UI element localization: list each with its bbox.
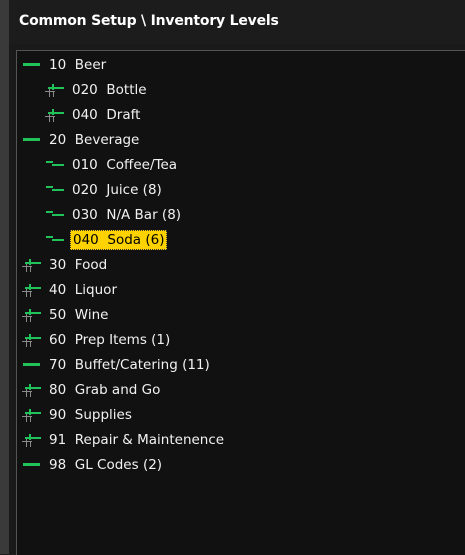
tree-node[interactable]: 70 Buffet/Catering (11) [17, 355, 457, 375]
tree-node[interactable]: 40 Liquor [17, 280, 457, 300]
tree-node-label[interactable]: 30 Food [47, 255, 109, 275]
tree-node-name: Soda (6) [107, 232, 165, 248]
tree-node-name: Buffet/Catering (11) [74, 357, 210, 373]
collapsed-node-icon[interactable] [44, 80, 66, 100]
tree-node-name: Grab and Go [74, 382, 161, 398]
tree-node-label[interactable]: 040 Soda (6) [70, 230, 168, 250]
tree-node-label[interactable]: 70 Buffet/Catering (11) [47, 355, 212, 375]
tree-node-code: 40 [49, 282, 67, 298]
tree-node-code: 60 [49, 332, 67, 348]
tree-node[interactable]: 030 N/A Bar (8) [17, 205, 457, 225]
tree-node-code: 10 [49, 57, 67, 73]
tree-node-code: 020 [72, 82, 98, 98]
tree-node-name: Beverage [74, 132, 140, 148]
collapsed-node-icon[interactable] [21, 255, 43, 275]
tree-node[interactable]: 040 Soda (6) [17, 230, 457, 250]
tree-node-label[interactable]: 90 Supplies [47, 405, 134, 425]
tree-node[interactable]: 20 Beverage [17, 130, 457, 150]
tree-node-code: 010 [72, 157, 98, 173]
tree-node-label[interactable]: 10 Beer [47, 55, 108, 75]
tree-node[interactable]: 90 Supplies [17, 405, 457, 425]
tree-node-code: 30 [49, 257, 67, 273]
tree-node-name: Wine [74, 307, 109, 323]
tree-node[interactable]: 50 Wine [17, 305, 457, 325]
tree-node[interactable]: 010 Coffee/Tea [17, 155, 457, 175]
tree-node[interactable]: 020 Bottle [17, 80, 457, 100]
tree-node-name: Repair & Maintenence [74, 432, 225, 448]
tree-node-code: 91 [49, 432, 67, 448]
collapsed-node-icon[interactable] [44, 105, 66, 125]
tree-node-label[interactable]: 20 Beverage [47, 130, 141, 150]
tree-node-code: 98 [49, 457, 67, 473]
tree-node-code: 50 [49, 307, 67, 323]
tree-node-label[interactable]: 80 Grab and Go [47, 380, 162, 400]
collapsed-node-icon[interactable] [21, 380, 43, 400]
tree-node[interactable]: 040 Draft [17, 105, 457, 125]
tree-node-label[interactable]: 040 Draft [70, 105, 142, 125]
inventory-levels-window: Common Setup \ Inventory Levels 10 Beer 0… [9, 0, 465, 555]
tree-node[interactable]: 98 GL Codes (2) [17, 455, 457, 475]
collapsed-node-icon[interactable] [21, 330, 43, 350]
tree-node-code: 040 [73, 232, 99, 248]
tree-node-name: Beer [74, 57, 107, 73]
tree-node[interactable]: 10 Beer [17, 55, 457, 75]
tree-node-name: Bottle [106, 82, 147, 98]
expanded-node-icon[interactable] [21, 355, 43, 375]
tree-node-name: Draft [106, 107, 141, 123]
tree-node-label[interactable]: 020 Juice (8) [70, 180, 164, 200]
tree-node-name: Coffee/Tea [106, 157, 178, 173]
tree-node[interactable]: 80 Grab and Go [17, 380, 457, 400]
left-edge-strip [0, 0, 9, 554]
tree-node-code: 70 [49, 357, 67, 373]
expanded-node-icon[interactable] [21, 130, 43, 150]
tree-node-label[interactable]: 40 Liquor [47, 280, 119, 300]
tree-node[interactable]: 020 Juice (8) [17, 180, 457, 200]
inventory-tree[interactable]: 10 Beer 020 Bottle 040 Draft 20 Beverage 010… [16, 50, 465, 555]
tree-node-label[interactable]: 91 Repair & Maintenence [47, 430, 226, 450]
tree-node-label[interactable]: 030 N/A Bar (8) [70, 205, 183, 225]
tree-node-code: 80 [49, 382, 67, 398]
collapsed-node-icon[interactable] [21, 430, 43, 450]
tree-node-code: 90 [49, 407, 67, 423]
leaf-node-icon [44, 155, 66, 175]
expanded-node-icon[interactable] [21, 455, 43, 475]
leaf-node-icon [44, 230, 66, 250]
tree-node-name: Food [74, 257, 108, 273]
title-bar: Common Setup \ Inventory Levels [9, 0, 465, 44]
tree-node-name: Supplies [74, 407, 132, 423]
leaf-node-icon [44, 180, 66, 200]
tree-node[interactable]: 91 Repair & Maintenence [17, 430, 457, 450]
tree-node[interactable]: 30 Food [17, 255, 457, 275]
tree-node-name: N/A Bar (8) [106, 207, 182, 223]
tree-node-code: 020 [72, 182, 98, 198]
tree-node-name: GL Codes (2) [74, 457, 163, 473]
tree-node-label[interactable]: 60 Prep Items (1) [47, 330, 172, 350]
expanded-node-icon[interactable] [21, 55, 43, 75]
tree-node-code: 20 [49, 132, 67, 148]
leaf-node-icon [44, 205, 66, 225]
tree-node-label[interactable]: 010 Coffee/Tea [70, 155, 179, 175]
tree-node-code: 040 [72, 107, 98, 123]
collapsed-node-icon[interactable] [21, 405, 43, 425]
tree-node-name: Liquor [74, 282, 117, 298]
tree-node-name: Prep Items (1) [74, 332, 171, 348]
tree-node-label[interactable]: 50 Wine [47, 305, 110, 325]
tree-node-name: Juice (8) [106, 182, 162, 198]
tree-node[interactable]: 60 Prep Items (1) [17, 330, 457, 350]
tree-node-label[interactable]: 98 GL Codes (2) [47, 455, 164, 475]
collapsed-node-icon[interactable] [21, 305, 43, 325]
tree-node-label[interactable]: 020 Bottle [70, 80, 149, 100]
collapsed-node-icon[interactable] [21, 280, 43, 300]
window-title: Common Setup \ Inventory Levels [19, 13, 279, 29]
tree-node-code: 030 [72, 207, 98, 223]
